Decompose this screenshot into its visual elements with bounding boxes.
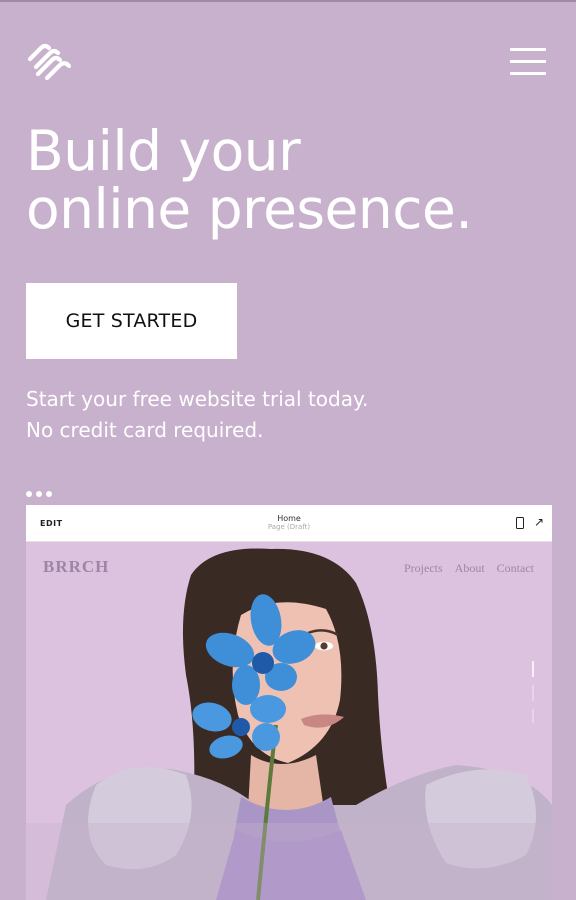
editor-preview: EDIT Home Page (Draft) ↗ BRRCH Projects … (26, 505, 552, 900)
menu-bar (510, 48, 546, 51)
top-border (0, 0, 576, 2)
site-nav-about[interactable]: About (455, 561, 485, 576)
subtext-line-2: No credit card required. (26, 418, 264, 442)
get-started-button[interactable]: GET STARTED (26, 283, 237, 359)
headline-line-2: online presence. (26, 177, 473, 241)
site-nav-contact[interactable]: Contact (497, 561, 534, 576)
page-status: Page (Draft) (267, 523, 311, 531)
squarespace-logo-icon[interactable] (25, 40, 72, 81)
page-title: Home (277, 514, 301, 523)
site-logo[interactable]: BRRCH (43, 557, 109, 577)
carousel-dot[interactable] (26, 491, 32, 497)
site-nav-projects[interactable]: Projects (404, 561, 443, 576)
menu-icon[interactable] (510, 48, 546, 76)
menu-bar (510, 72, 546, 75)
headline-line-1: Build your (26, 119, 301, 183)
hero-subtext: Start your free website trial today. No … (26, 384, 368, 446)
site-nav: Projects About Contact (404, 561, 534, 576)
mobile-preview-icon[interactable] (516, 517, 524, 529)
external-link-icon[interactable]: ↗ (534, 515, 544, 529)
hero-headline: Build your online presence. (26, 119, 473, 241)
subtext-line-1: Start your free website trial today. (26, 387, 369, 411)
carousel-dot[interactable] (46, 491, 52, 497)
carousel-dots[interactable] (26, 491, 54, 499)
carousel-dot[interactable] (36, 491, 42, 497)
editor-toolbar: EDIT Home Page (Draft) ↗ (26, 505, 552, 542)
menu-bar (510, 60, 546, 63)
